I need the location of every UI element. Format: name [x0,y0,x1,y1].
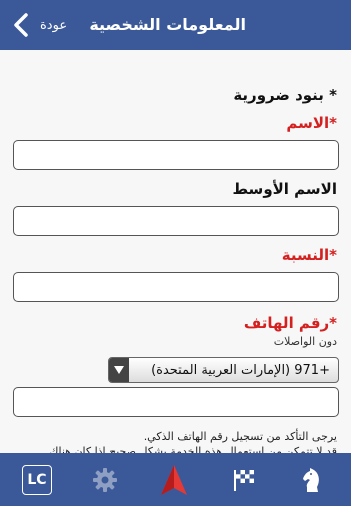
compass-arrow-icon [161,464,187,495]
chess-knight-icon [303,467,319,492]
phone-note-line2: قد لا تتمكن من استعمال هذه الخدمة بشكل ص… [49,445,337,453]
country-code-select[interactable]: +971 (الإمارات العربية المتحدة) [108,357,339,383]
surname-input[interactable] [13,272,339,302]
gear-icon [93,467,117,492]
page-title: المعلومات الشخصية [89,15,246,34]
tab-settings[interactable] [75,453,135,506]
back-label: عودة [40,17,68,33]
top-bar: عودة المعلومات الشخصية [0,0,351,50]
middle-name-input[interactable] [13,206,339,236]
form-content[interactable]: * بنود ضرورية *الاسم الاسم الأوسط *النسب… [0,50,351,453]
personal-info-screen: عودة المعلومات الشخصية * بنود ضرورية *ال… [0,0,351,506]
bottom-tab-bar: LC [0,453,351,506]
tab-lc[interactable]: LC [7,453,67,506]
lc-icon: LC [22,464,52,495]
name-input[interactable] [13,140,339,170]
tab-race[interactable] [214,453,274,506]
phone-input[interactable] [13,387,339,417]
chevron-down-icon [109,358,129,382]
surname-label: *النسبة [281,246,337,264]
country-code-value: +971 (الإمارات العربية المتحدة) [151,362,330,378]
checkered-flag-icon [234,469,254,491]
phone-label: *رقم الهاتف [243,314,337,332]
tab-navigation[interactable] [144,453,204,506]
phone-sublabel: دون الواصلات [273,335,337,348]
phone-note-line1: يرجى التأكد من تسجيل رقم الهاتف الذكي. [143,430,337,443]
tab-chess[interactable] [282,453,342,506]
chevron-left-icon [8,10,34,40]
middle-name-label: الاسم الأوسط [232,180,338,198]
name-label: *الاسم [286,114,337,132]
required-fields-note: * بنود ضرورية [233,86,337,104]
back-button[interactable]: عودة [8,10,67,40]
